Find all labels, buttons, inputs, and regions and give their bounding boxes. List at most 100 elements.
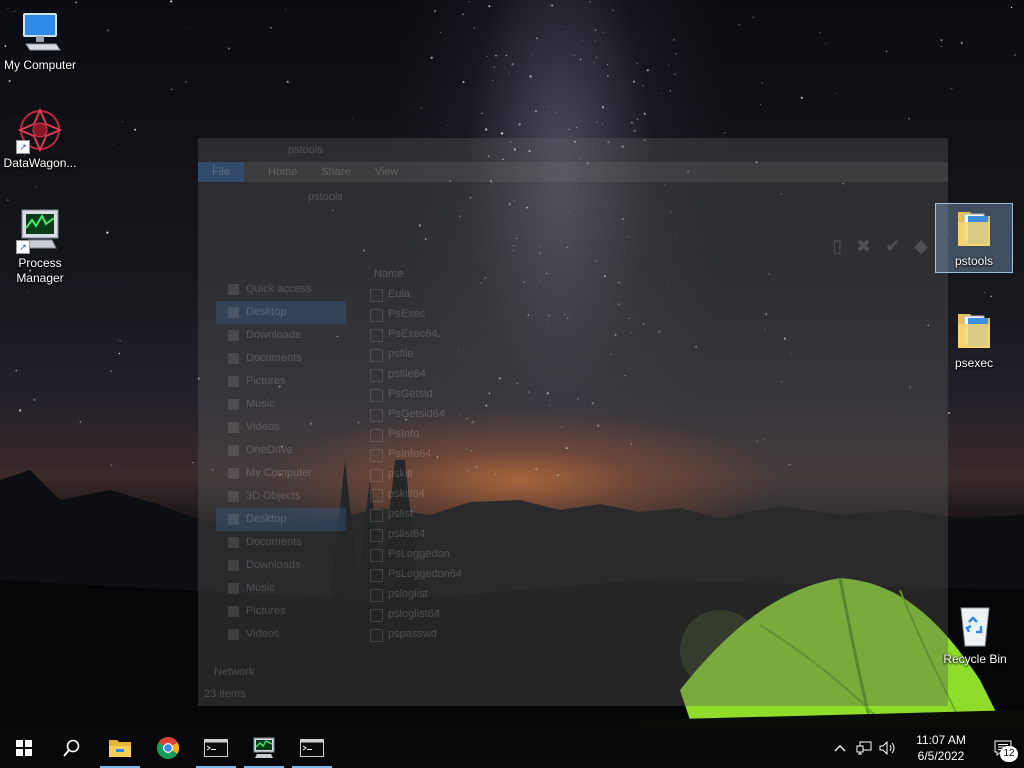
file-row[interactable]: pskill <box>364 464 934 484</box>
window-title: pstools <box>288 144 323 156</box>
folder-icon <box>950 204 998 252</box>
show-hidden-icons-chevron-up-icon[interactable] <box>828 728 852 768</box>
volume-icon[interactable] <box>876 728 900 768</box>
window-titlebar[interactable]: pstools <box>198 138 948 162</box>
terminal-icon <box>300 739 324 757</box>
desktop-icon-label: Process Manager <box>16 256 64 285</box>
file-row[interactable]: pslist64 <box>364 524 934 544</box>
taskbar-clock[interactable]: 11:07 AM 6/5/2022 <box>904 732 978 764</box>
nav-item[interactable]: Pictures <box>216 600 346 623</box>
chrome-icon <box>157 737 179 759</box>
file-row[interactable]: pslist <box>364 504 934 524</box>
pin-icon: ◆ <box>914 236 928 256</box>
terminal-icon <box>204 739 228 757</box>
nav-footer[interactable]: Network <box>214 666 254 678</box>
column-header-name[interactable]: Name <box>364 264 934 284</box>
desktop-icon-label: My Computer <box>3 58 77 72</box>
address-bar[interactable]: pstools <box>198 182 948 212</box>
file-name: PsInfo <box>364 424 628 444</box>
file-row[interactable]: pskill64 <box>364 484 934 504</box>
nav-item[interactable]: Quick access <box>216 278 346 301</box>
file-row[interactable]: psfile <box>364 344 934 364</box>
address-text: pstools <box>308 191 343 203</box>
file-row[interactable]: PsGetsid <box>364 384 934 404</box>
nav-item[interactable]: Documents <box>216 347 346 370</box>
taskbar-terminal-1[interactable] <box>192 728 240 768</box>
desktop-icon-process-manager[interactable]: ↗ Process Manager <box>0 206 80 286</box>
nav-item[interactable]: Desktop <box>216 301 346 324</box>
shortcut-arrow-icon: ↗ <box>16 240 30 254</box>
status-bar: 23 items <box>204 688 246 700</box>
file-name: psfile <box>364 344 628 364</box>
start-icon <box>16 740 32 756</box>
file-row[interactable]: pspasswd <box>364 624 934 644</box>
desktop-icon-label: psexec <box>954 356 994 370</box>
file-name: pskill64 <box>364 484 628 504</box>
nav-item[interactable]: OneDrive <box>216 439 346 462</box>
file-row[interactable]: PsLoggedon <box>364 544 934 564</box>
file-row[interactable]: PsGetsid64 <box>364 404 934 424</box>
nav-item[interactable]: Music <box>216 393 346 416</box>
file-explorer-icon <box>109 740 131 757</box>
file-row[interactable]: psfile64 <box>364 364 934 384</box>
tab-share[interactable]: Share <box>321 166 350 178</box>
file-name: pslist64 <box>364 524 628 544</box>
file-name: PsLoggedon <box>364 544 628 564</box>
file-row[interactable]: psloglist64 <box>364 604 934 624</box>
clock-time: 11:07 AM <box>916 733 966 747</box>
notification-count-badge: 12 <box>1000 746 1018 762</box>
tab-view[interactable]: View <box>375 166 399 178</box>
nav-item[interactable]: Videos <box>216 623 346 646</box>
search-icon <box>63 739 80 757</box>
taskbar-chrome[interactable] <box>144 728 192 768</box>
file-explorer-window[interactable]: pstools File Home Share View pstools ▯ ✖… <box>198 138 948 706</box>
taskbar-file-explorer[interactable] <box>96 728 144 768</box>
nav-item[interactable]: Videos <box>216 416 346 439</box>
taskbar-process-manager[interactable] <box>240 728 288 768</box>
file-row[interactable]: Eula <box>364 284 934 304</box>
file-name: PsExec <box>364 304 628 324</box>
action-center-button[interactable]: 12 <box>982 728 1024 768</box>
tab-home[interactable]: Home <box>268 166 297 178</box>
nav-item[interactable]: My Computer <box>216 462 346 485</box>
start-button[interactable] <box>0 728 48 768</box>
file-row[interactable]: PsLoggedon64 <box>364 564 934 584</box>
file-name: psloglist <box>364 584 628 604</box>
taskbar-terminal-2[interactable] <box>288 728 336 768</box>
computer-icon <box>16 8 64 56</box>
file-row[interactable]: PsExec <box>364 304 934 324</box>
nav-item[interactable]: Downloads <box>216 324 346 347</box>
desktop-icon-recycle-bin[interactable]: Recycle Bin <box>935 602 1015 667</box>
file-row[interactable]: PsInfo <box>364 424 934 444</box>
file-row[interactable]: PsExec64 <box>364 324 934 344</box>
file-name: PsLoggedon64 <box>364 564 628 584</box>
ghost-toolbar: ▯ ✖ ✔ ◆ <box>832 236 928 257</box>
desktop-icon-pstools[interactable]: pstools <box>935 203 1013 273</box>
nav-item[interactable]: Music <box>216 577 346 600</box>
nav-item[interactable]: Downloads <box>216 554 346 577</box>
desktop-icon-my-computer[interactable]: My Computer <box>0 8 80 73</box>
nav-item[interactable]: Desktop <box>216 508 346 531</box>
desktop-icon-label: pstools <box>954 254 994 268</box>
search-button[interactable] <box>48 728 96 768</box>
nav-item[interactable]: Documents <box>216 531 346 554</box>
file-name: PsGetsid64 <box>364 404 628 424</box>
tab-file[interactable]: File <box>198 162 244 182</box>
datawagon-icon: ↗ <box>16 106 64 154</box>
nav-item[interactable]: 3D Objects <box>216 485 346 508</box>
network-icon[interactable] <box>852 728 876 768</box>
desktop-icon-psexec[interactable]: psexec <box>936 306 1012 371</box>
file-row[interactable]: psloglist <box>364 584 934 604</box>
nav-item[interactable]: Pictures <box>216 370 346 393</box>
file-name: PsInfo64 <box>364 444 628 464</box>
clock-date: 6/5/2022 <box>917 749 965 763</box>
delete-icon: ✖ <box>855 236 872 256</box>
ribbon: File Home Share View <box>198 162 948 182</box>
file-row[interactable]: PsInfo64 <box>364 444 934 464</box>
taskbar: 11:07 AM 6/5/2022 12 <box>0 728 1024 768</box>
file-name: pspasswd <box>364 624 628 644</box>
file-list: Name Eula PsExec PsExec64 psfile psfile64 PsG… <box>364 264 934 644</box>
process-manager-icon: ↗ <box>16 206 64 254</box>
desktop-icon-datawagon[interactable]: ↗ DataWagon... <box>0 106 80 171</box>
file-name: psfile64 <box>364 364 628 384</box>
